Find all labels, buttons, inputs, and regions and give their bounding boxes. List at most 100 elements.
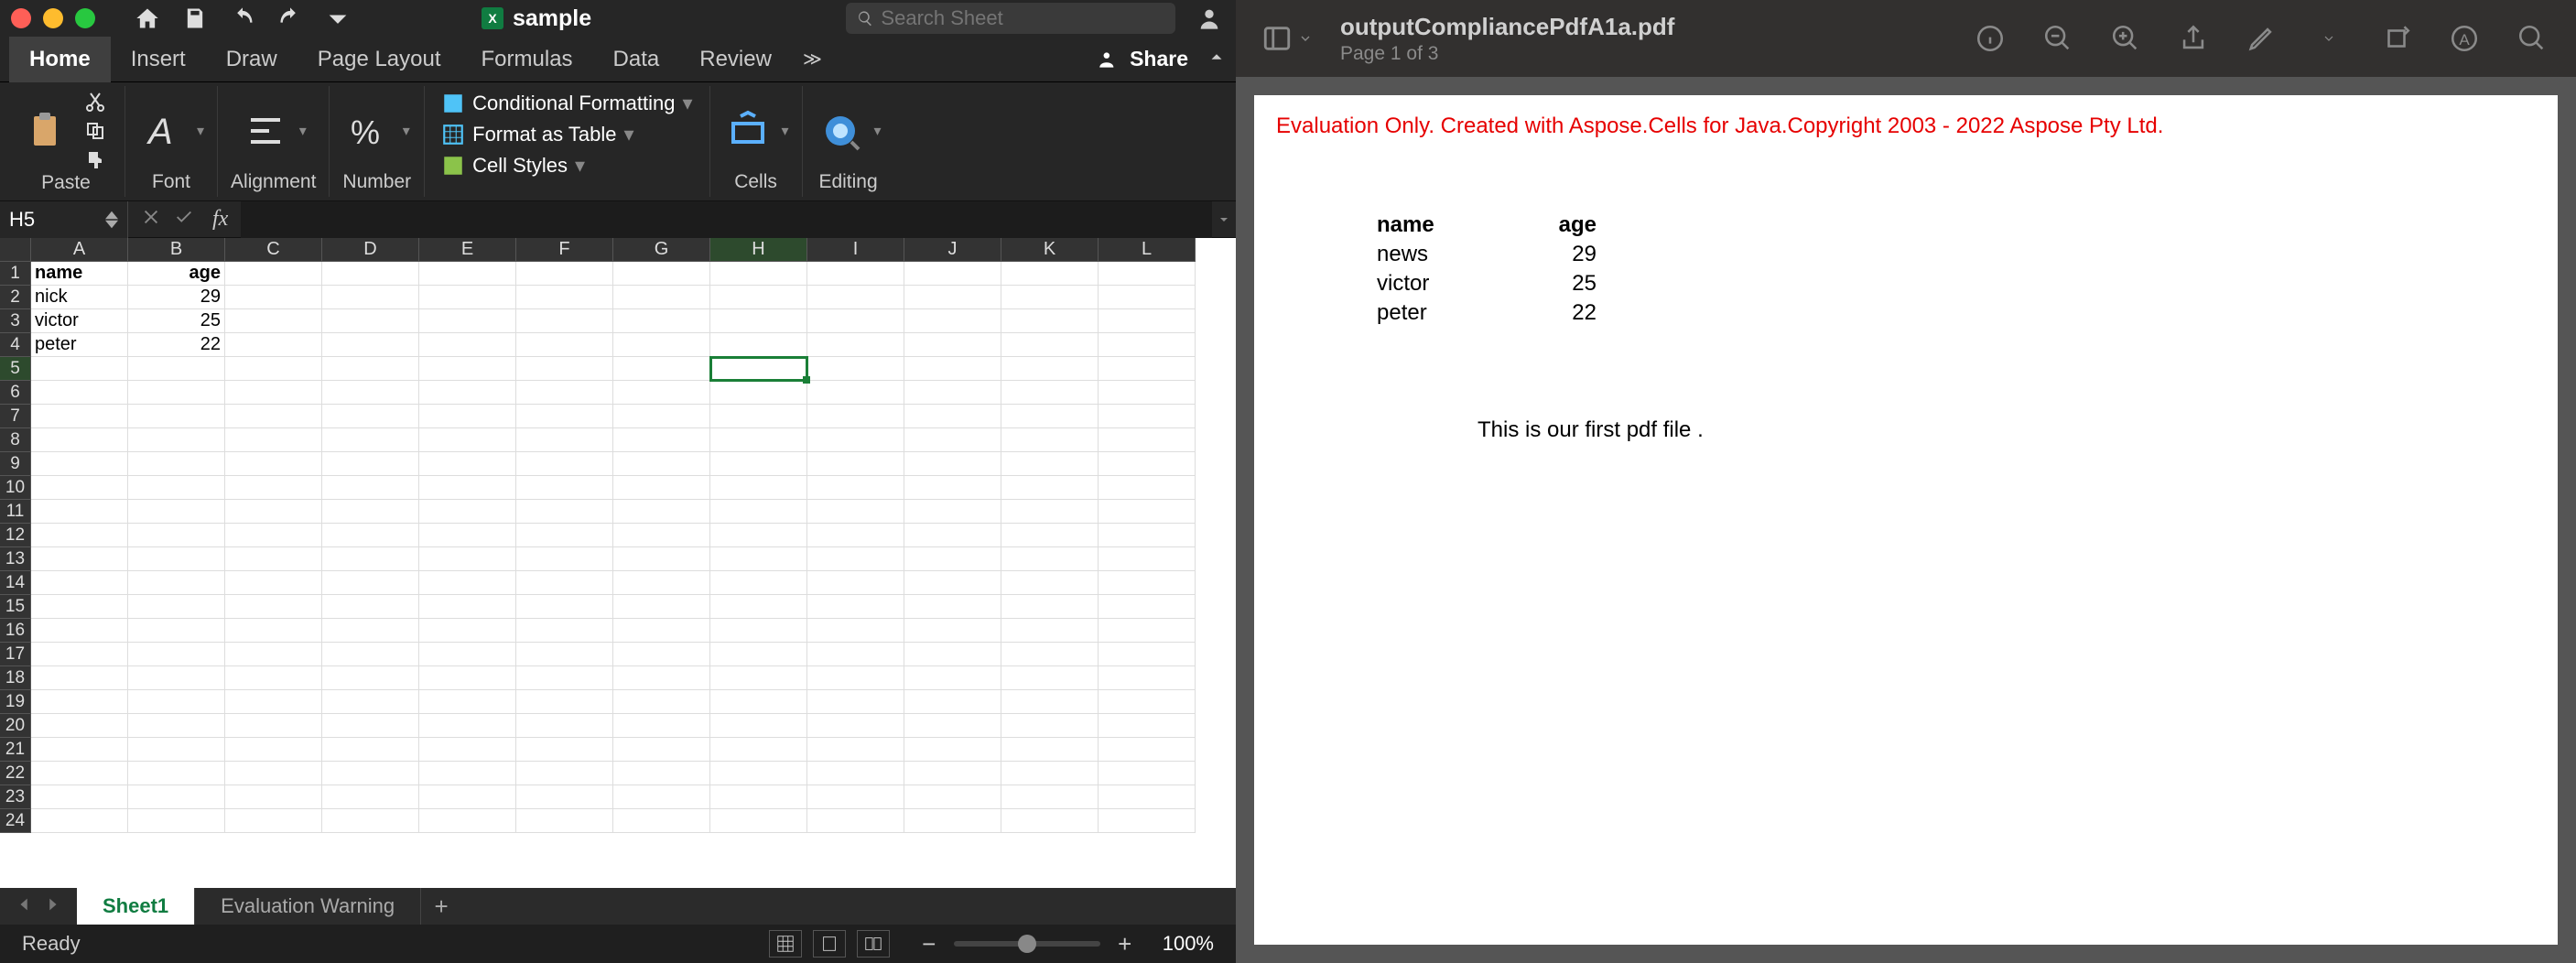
paste-button[interactable] — [20, 106, 70, 156]
cell-D6[interactable] — [322, 381, 419, 405]
cell-C4[interactable] — [225, 333, 322, 357]
cell-D14[interactable] — [322, 571, 419, 595]
alignment-button[interactable] — [241, 106, 290, 156]
row-header-20[interactable]: 20 — [0, 714, 31, 738]
cell-C2[interactable] — [225, 286, 322, 309]
row-header-15[interactable]: 15 — [0, 595, 31, 619]
cell-C16[interactable] — [225, 619, 322, 643]
cell-D8[interactable] — [322, 428, 419, 452]
column-header-J[interactable]: J — [904, 238, 1001, 262]
cell-F21[interactable] — [516, 738, 613, 762]
cell-G21[interactable] — [613, 738, 710, 762]
pdf-search-icon[interactable] — [2514, 20, 2550, 57]
cell-L4[interactable] — [1099, 333, 1196, 357]
cell-C13[interactable] — [225, 547, 322, 571]
cell-K13[interactable] — [1001, 547, 1099, 571]
prev-sheet-icon[interactable] — [15, 894, 35, 919]
cell-D15[interactable] — [322, 595, 419, 619]
cell-I19[interactable] — [807, 690, 904, 714]
cell-E20[interactable] — [419, 714, 516, 738]
cell-K19[interactable] — [1001, 690, 1099, 714]
cell-F13[interactable] — [516, 547, 613, 571]
cell-B17[interactable] — [128, 643, 225, 666]
cell-G24[interactable] — [613, 809, 710, 833]
cell-C21[interactable] — [225, 738, 322, 762]
cell-J4[interactable] — [904, 333, 1001, 357]
cell-B13[interactable] — [128, 547, 225, 571]
sheet-tab-evaluation-warning[interactable]: Evaluation Warning — [194, 888, 421, 925]
column-header-K[interactable]: K — [1001, 238, 1099, 262]
cell-D21[interactable] — [322, 738, 419, 762]
row-header-8[interactable]: 8 — [0, 428, 31, 452]
cell-E5[interactable] — [419, 357, 516, 381]
cell-styles-button[interactable]: Cell Styles ▾ — [438, 152, 696, 179]
cell-K20[interactable] — [1001, 714, 1099, 738]
cell-D12[interactable] — [322, 524, 419, 547]
cell-G2[interactable] — [613, 286, 710, 309]
cell-H20[interactable] — [710, 714, 807, 738]
cell-L20[interactable] — [1099, 714, 1196, 738]
cell-F19[interactable] — [516, 690, 613, 714]
cell-H17[interactable] — [710, 643, 807, 666]
pdf-zoom-out-icon[interactable] — [2040, 20, 2076, 57]
cell-I7[interactable] — [807, 405, 904, 428]
close-window-button[interactable] — [11, 8, 31, 28]
cell-J11[interactable] — [904, 500, 1001, 524]
zoom-in-button[interactable]: + — [1113, 930, 1137, 958]
row-header-7[interactable]: 7 — [0, 405, 31, 428]
cell-H11[interactable] — [710, 500, 807, 524]
cell-B4[interactable]: 22 — [128, 333, 225, 357]
pdf-annotate-dropdown-icon[interactable] — [2311, 20, 2347, 57]
expand-formula-bar-icon[interactable] — [1212, 212, 1236, 227]
cell-L23[interactable] — [1099, 785, 1196, 809]
cell-H13[interactable] — [710, 547, 807, 571]
cell-K16[interactable] — [1001, 619, 1099, 643]
cell-J3[interactable] — [904, 309, 1001, 333]
cell-F14[interactable] — [516, 571, 613, 595]
redo-icon[interactable] — [275, 3, 306, 34]
cell-F20[interactable] — [516, 714, 613, 738]
cell-B5[interactable] — [128, 357, 225, 381]
cancel-formula-icon[interactable] — [141, 207, 161, 232]
cell-E18[interactable] — [419, 666, 516, 690]
qat-more-icon[interactable] — [322, 3, 353, 34]
add-sheet-button[interactable]: + — [421, 888, 461, 925]
cell-E16[interactable] — [419, 619, 516, 643]
cell-B18[interactable] — [128, 666, 225, 690]
cell-H14[interactable] — [710, 571, 807, 595]
cell-H19[interactable] — [710, 690, 807, 714]
cell-H22[interactable] — [710, 762, 807, 785]
cell-E23[interactable] — [419, 785, 516, 809]
cell-D4[interactable] — [322, 333, 419, 357]
cell-A21[interactable] — [31, 738, 128, 762]
cell-F9[interactable] — [516, 452, 613, 476]
copy-icon[interactable] — [79, 119, 112, 143]
cell-H16[interactable] — [710, 619, 807, 643]
cell-K18[interactable] — [1001, 666, 1099, 690]
cell-D7[interactable] — [322, 405, 419, 428]
cell-H6[interactable] — [710, 381, 807, 405]
cell-A20[interactable] — [31, 714, 128, 738]
cell-B2[interactable]: 29 — [128, 286, 225, 309]
row-header-23[interactable]: 23 — [0, 785, 31, 809]
formula-bar[interactable] — [241, 201, 1212, 238]
cell-G6[interactable] — [613, 381, 710, 405]
cell-L15[interactable] — [1099, 595, 1196, 619]
cell-B24[interactable] — [128, 809, 225, 833]
cell-L19[interactable] — [1099, 690, 1196, 714]
cell-E2[interactable] — [419, 286, 516, 309]
cell-I12[interactable] — [807, 524, 904, 547]
cell-I6[interactable] — [807, 381, 904, 405]
pdf-info-icon[interactable] — [1972, 20, 2008, 57]
cell-F24[interactable] — [516, 809, 613, 833]
row-header-2[interactable]: 2 — [0, 286, 31, 309]
cell-G4[interactable] — [613, 333, 710, 357]
spreadsheet-grid[interactable]: ABCDEFGHIJKL 123456789101112131415161718… — [0, 238, 1236, 888]
cell-G15[interactable] — [613, 595, 710, 619]
cell-J17[interactable] — [904, 643, 1001, 666]
conditional-formatting-button[interactable]: Conditional Formatting ▾ — [438, 90, 696, 117]
cell-L22[interactable] — [1099, 762, 1196, 785]
cell-D17[interactable] — [322, 643, 419, 666]
cell-L13[interactable] — [1099, 547, 1196, 571]
cell-C7[interactable] — [225, 405, 322, 428]
